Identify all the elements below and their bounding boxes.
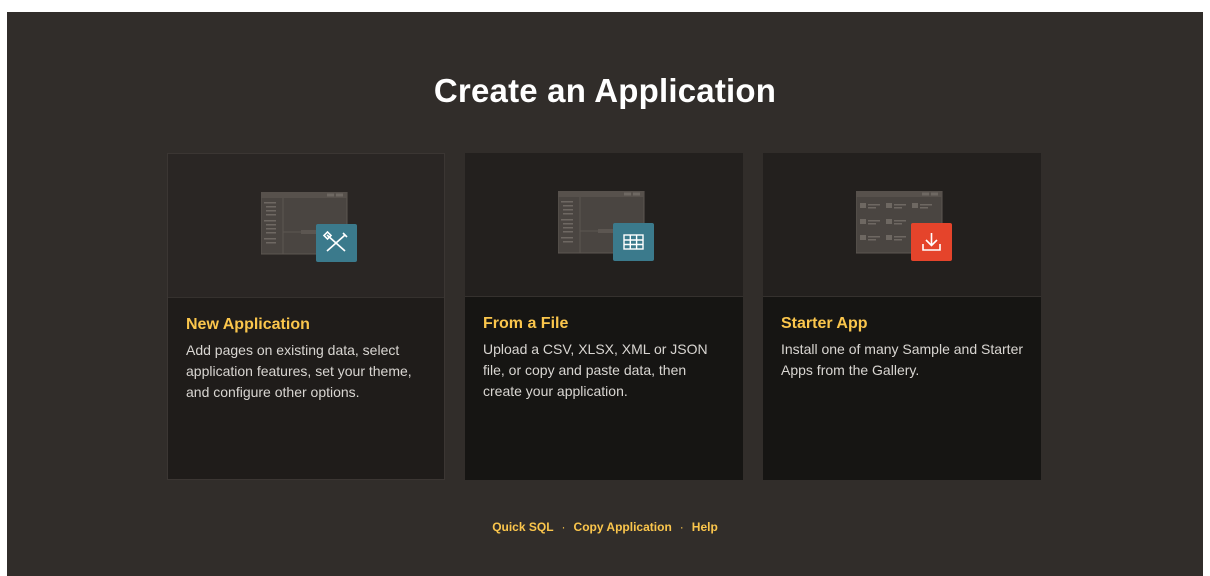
from-file-illustration — [558, 191, 654, 261]
card-body: From a File Upload a CSV, XLSX, XML or J… — [483, 315, 727, 402]
card-body: Starter App Install one of many Sample a… — [781, 315, 1025, 381]
new-application-illustration — [261, 192, 357, 262]
footer-links: Quick SQL · Copy Application · Help — [7, 520, 1203, 534]
card-title: New Application — [186, 316, 310, 333]
card-illustration-area — [465, 153, 743, 297]
card-body: New Application Add pages on existing da… — [186, 316, 428, 403]
card-description: Upload a CSV, XLSX, XML or JSON file, or… — [483, 341, 708, 399]
card-illustration-area — [168, 154, 444, 298]
link-separator: · — [679, 520, 684, 534]
from-a-file-card[interactable]: From a File Upload a CSV, XLSX, XML or J… — [465, 153, 743, 480]
starter-app-card[interactable]: Starter App Install one of many Sample a… — [763, 153, 1041, 480]
copy-application-link[interactable]: Copy Application — [574, 520, 672, 534]
quick-sql-link[interactable]: Quick SQL — [492, 520, 553, 534]
card-description: Install one of many Sample and Starter A… — [781, 341, 1024, 378]
create-application-panel: Create an Application New Application Ad… — [7, 12, 1203, 576]
card-title: Starter App — [781, 315, 868, 332]
starter-app-illustration — [856, 191, 952, 261]
card-title: From a File — [483, 315, 569, 332]
card-illustration-area — [763, 153, 1041, 297]
link-separator: · — [561, 520, 566, 534]
new-application-card[interactable]: New Application Add pages on existing da… — [167, 153, 445, 480]
page-title: Create an Application — [433, 72, 777, 109]
help-link[interactable]: Help — [692, 520, 718, 534]
card-description: Add pages on existing data, select appli… — [186, 342, 412, 400]
